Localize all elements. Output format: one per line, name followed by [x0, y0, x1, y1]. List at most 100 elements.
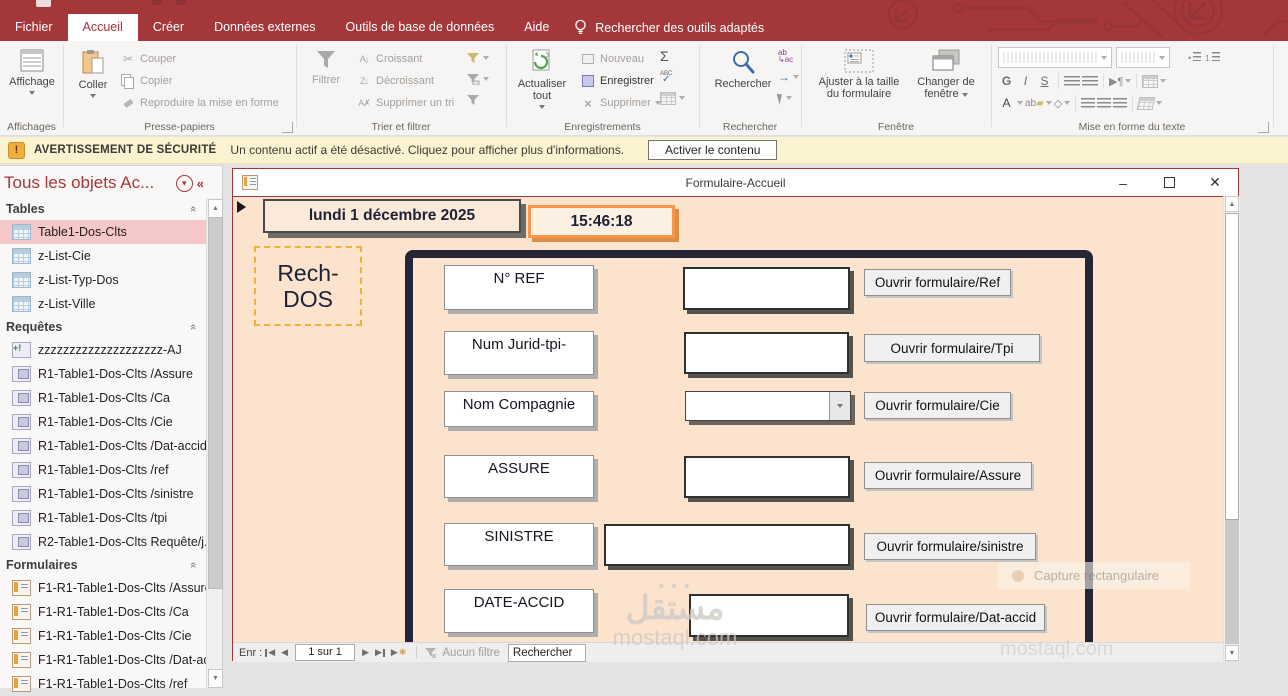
align-left-icon[interactable] — [1081, 98, 1095, 108]
previous-record-icon[interactable]: ◀ — [281, 647, 288, 658]
fill-color-icon[interactable]: ◇ — [1054, 97, 1062, 110]
nav-item[interactable]: z-List-Ville — [0, 292, 206, 316]
cut-button[interactable]: Couper — [120, 50, 279, 68]
quick-access-icon[interactable] — [36, 0, 51, 7]
nav-item[interactable]: zzzzzzzzzzzzzzzzzzzz-AJ — [0, 338, 206, 362]
nav-section-requêtes[interactable]: Requêtes« — [0, 316, 206, 338]
remove-sort-button[interactable]: Supprimer un tri — [356, 94, 454, 112]
nav-item[interactable]: R1-Table1-Dos-Clts /Cie — [0, 410, 206, 434]
scroll-down-icon[interactable]: ▼ — [1225, 645, 1239, 661]
compagnie-combobox[interactable] — [685, 391, 851, 421]
dialog-launcher-icon[interactable] — [1258, 122, 1269, 133]
sort-descending-button[interactable]: Décroissant — [356, 72, 454, 90]
italic-button[interactable]: I — [1017, 74, 1034, 88]
input-ref[interactable] — [683, 267, 850, 310]
new-record-button[interactable]: Nouveau — [580, 50, 661, 68]
collapse-section-icon[interactable]: « — [187, 206, 199, 212]
minimize-button[interactable]: – — [1100, 169, 1146, 196]
dialog-launcher-icon[interactable] — [282, 122, 293, 133]
nav-section-tables[interactable]: Tables« — [0, 198, 206, 220]
delete-record-button[interactable]: Supprimer — [580, 94, 661, 112]
select-cursor-icon[interactable] — [778, 90, 799, 106]
open-form-tpi-button[interactable]: Ouvrir formulaire/Tpi — [864, 334, 1040, 362]
format-painter-button[interactable]: Reproduire la mise en forme — [120, 94, 279, 112]
alternate-fill-icon[interactable] — [1137, 97, 1156, 110]
collapse-section-icon[interactable]: « — [187, 324, 199, 330]
form-window-titlebar[interactable]: Formulaire-Accueil – ✕ — [233, 169, 1238, 197]
maximize-button[interactable] — [1146, 169, 1192, 196]
chevron-down-icon[interactable] — [829, 392, 850, 420]
nav-item[interactable]: R1-Table1-Dos-Clts /ref — [0, 458, 206, 482]
advanced-filter-icon[interactable] — [466, 50, 489, 66]
new-record-icon[interactable]: ▶✱ — [391, 647, 406, 658]
nav-item[interactable]: F1-R1-Table1-Dos-Clts /Assure — [0, 576, 206, 600]
copy-button[interactable]: Copier — [120, 72, 279, 90]
refresh-all-button[interactable]: Actualiser tout — [512, 46, 572, 109]
highlight-icon[interactable]: ab▰ — [1025, 98, 1044, 109]
open-form-cie-button[interactable]: Ouvrir formulaire/Cie — [864, 392, 1011, 419]
nav-item[interactable]: F1-R1-Table1-Dos-Clts /ref — [0, 672, 206, 696]
tab-accueil[interactable]: Accueil — [68, 14, 138, 41]
goto-icon[interactable]: → — [778, 69, 799, 85]
nav-item[interactable]: R1-Table1-Dos-Clts /tpi — [0, 506, 206, 530]
nav-item[interactable]: R1-Table1-Dos-Clts /Dat-accid — [0, 434, 206, 458]
close-button[interactable]: ✕ — [1192, 169, 1238, 196]
view-button[interactable]: Affichage — [6, 46, 58, 95]
open-form-sinistre-button[interactable]: Ouvrir formulaire/sinistre — [864, 533, 1036, 560]
form-scrollbar-track[interactable] — [1225, 520, 1239, 644]
quick-access-redo-icon[interactable] — [176, 0, 186, 5]
nav-section-formulaires[interactable]: Formulaires« — [0, 554, 206, 576]
nav-item[interactable]: z-List-Typ-Dos — [0, 268, 206, 292]
replace-icon[interactable]: ab↳ac — [778, 48, 799, 64]
rech-dos-label[interactable]: Rech- DOS — [254, 246, 362, 326]
decrease-indent-icon[interactable] — [1082, 76, 1098, 86]
nav-item[interactable]: R1-Table1-Dos-Clts /Ca — [0, 386, 206, 410]
nav-pane-title[interactable]: Tous les objets Ac... — [4, 173, 172, 193]
font-family-combo[interactable] — [998, 47, 1112, 68]
nav-item[interactable]: R1-Table1-Dos-Clts /sinistre — [0, 482, 206, 506]
record-position[interactable]: 1 sur 1 — [295, 644, 355, 661]
font-color-icon[interactable]: A — [998, 96, 1015, 110]
fit-to-form-button[interactable]: Ajuster à la taille du formulaire — [814, 46, 904, 100]
nav-item[interactable]: R2-Table1-Dos-Clts Requête/j... — [0, 530, 206, 554]
nav-item[interactable]: F1-R1-Table1-Dos-Clts /Cie — [0, 624, 206, 648]
quick-access-undo-icon[interactable] — [152, 0, 162, 5]
enable-content-button[interactable]: Activer le contenu — [648, 140, 777, 160]
scroll-down-icon[interactable]: ▼ — [208, 669, 223, 688]
switch-window-button[interactable]: Changer de fenêtre — [906, 46, 986, 100]
align-center-icon[interactable] — [1097, 98, 1111, 108]
nav-item[interactable]: z-List-Cie — [0, 244, 206, 268]
nav-item[interactable]: R1-Table1-Dos-Clts /Assure — [0, 362, 206, 386]
shutter-close-icon[interactable]: « — [197, 176, 204, 191]
paste-button[interactable]: Coller — [70, 46, 116, 98]
more-table-icon[interactable] — [660, 90, 685, 106]
tab-donnees-externes[interactable]: Données externes — [199, 14, 330, 41]
input-assure[interactable] — [684, 456, 850, 498]
save-record-button[interactable]: Enregistrer — [580, 72, 661, 90]
totals-sigma-icon[interactable]: Σ — [660, 48, 685, 64]
text-direction-icon[interactable]: ▶¶ — [1109, 75, 1123, 88]
nav-scrollbar[interactable]: ▲ ▼ — [206, 198, 222, 688]
nav-menu-icon[interactable]: ▾ — [176, 175, 193, 192]
bold-button[interactable]: G — [998, 74, 1015, 88]
nav-item[interactable]: Table1-Dos-Clts — [0, 220, 206, 244]
increase-indent-icon[interactable] — [1064, 76, 1080, 86]
toggle-filter-icon[interactable] — [466, 92, 489, 108]
font-size-combo[interactable] — [1116, 47, 1170, 68]
next-record-icon[interactable]: ▶ — [362, 647, 369, 658]
form-scrollbar[interactable]: ▲ ▼ — [1223, 196, 1240, 661]
bullet-list-icon[interactable]: • — [1188, 52, 1201, 63]
open-form-assure-button[interactable]: Ouvrir formulaire/Assure — [864, 462, 1032, 489]
last-record-icon[interactable]: ▶ — [375, 647, 385, 658]
tab-outils-bdd[interactable]: Outils de base de données — [331, 14, 510, 41]
nav-item[interactable]: F1-R1-Table1-Dos-Clts /Ca — [0, 600, 206, 624]
tab-aide[interactable]: Aide — [509, 14, 564, 41]
find-button[interactable]: Rechercher — [712, 46, 774, 90]
first-record-icon[interactable]: ◀ — [265, 647, 275, 658]
tell-me-search[interactable]: Rechercher des outils adaptés — [564, 14, 774, 41]
tab-fichier[interactable]: Fichier — [0, 14, 68, 41]
nav-scrollbar-thumb[interactable] — [208, 217, 223, 589]
scroll-up-icon[interactable]: ▲ — [1225, 196, 1239, 212]
input-tpi[interactable] — [684, 332, 849, 374]
form-scrollbar-thumb[interactable] — [1225, 213, 1239, 520]
